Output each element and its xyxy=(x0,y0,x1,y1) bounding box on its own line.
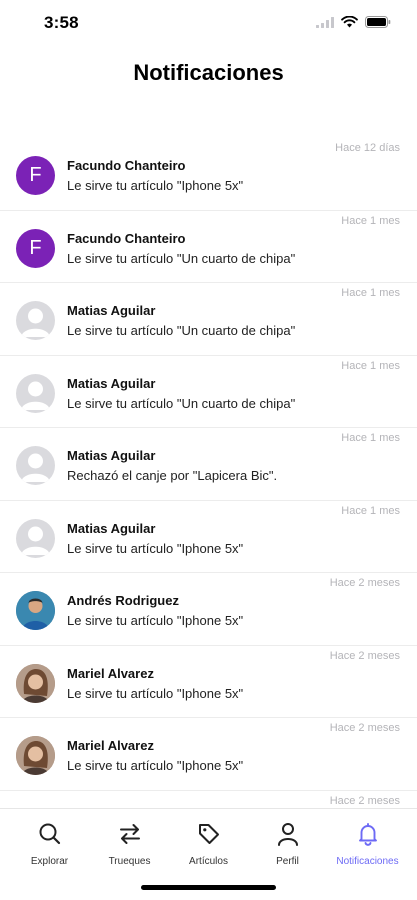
tag-icon xyxy=(198,824,219,844)
notification-item[interactable]: Hace 2 meses Mariel Alvarez Le sirve tu … xyxy=(0,646,417,718)
notification-time: Hace 2 meses xyxy=(329,794,400,807)
notification-item[interactable]: Hace 1 mes F Facundo Chanteiro Le sirve … xyxy=(0,211,417,283)
notification-time: Hace 1 mes xyxy=(341,504,400,517)
tab-explorar[interactable]: Explorar xyxy=(8,821,91,867)
notification-sender: Facundo Chanteiro xyxy=(67,230,186,246)
notification-message: Le sirve tu artículo "Iphone 5x" xyxy=(67,758,244,773)
notification-message: Le sirve tu artículo "Un cuarto de chipa… xyxy=(67,323,296,338)
search-icon xyxy=(39,823,60,845)
notification-time: Hace 1 mes xyxy=(341,359,400,372)
notification-sender: Mariel Alvarez xyxy=(67,665,154,681)
notification-item[interactable]: Hace 1 mes Matias Aguilar Le sirve tu ar… xyxy=(0,356,417,428)
notification-sender: Mariel Alvarez xyxy=(67,738,154,753)
swap-arrows-icon xyxy=(119,824,140,844)
notification-item[interactable]: Hace 1 mes Matias Aguilar Le sirve tu ar… xyxy=(0,283,417,356)
notifications-list[interactable]: Hace 12 días F Facundo Chanteiro Le sirv… xyxy=(0,138,417,808)
home-indicator xyxy=(141,885,276,890)
tab-label: Perfil xyxy=(276,856,299,867)
status-icons xyxy=(316,16,391,28)
avatar-photo xyxy=(16,736,55,775)
avatar-photo xyxy=(16,591,55,630)
tab-label: Notificaciones xyxy=(336,856,399,867)
tab-label: Trueques xyxy=(108,856,151,867)
notification-message: Le sirve tu artículo "Iphone 5x" xyxy=(67,178,244,193)
notification-time: Hace 2 meses xyxy=(329,649,400,662)
notification-sender: Matias Aguilar xyxy=(67,303,156,318)
notification-time: Hace 2 meses xyxy=(329,722,400,734)
avatar-photo xyxy=(16,663,55,703)
notification-sender: Matias Aguilar xyxy=(67,448,156,463)
notification-item[interactable]: Hace 1 mes Matias Aguilar Le sirve tu ar… xyxy=(0,501,417,573)
wifi-icon xyxy=(341,16,358,28)
status-bar: 3:58 xyxy=(0,0,417,46)
person-icon xyxy=(277,823,298,846)
default-avatar-icon xyxy=(16,373,55,413)
notification-message: Le sirve tu artículo "Un cuarto de chipa… xyxy=(67,395,296,411)
notification-time: Hace 12 días xyxy=(335,142,400,154)
bell-icon xyxy=(358,823,377,846)
notification-message: Rechazó el canje por "Lapicera Bic". xyxy=(67,468,278,483)
default-avatar-icon xyxy=(16,301,55,340)
notification-message: Le sirve tu artículo "Iphone 5x" xyxy=(67,540,244,556)
tab-trueques[interactable]: Trueques xyxy=(88,821,171,867)
notification-message: Le sirve tu artículo "Iphone 5x" xyxy=(67,613,244,628)
notification-time: Hace 1 mes xyxy=(341,287,400,299)
avatar: F xyxy=(16,156,55,195)
notification-sender: Matias Aguilar xyxy=(67,375,156,391)
avatar-letter: F xyxy=(29,164,42,186)
notification-item[interactable]: Hace 2 meses Andrés Rodriguez Le sirve t… xyxy=(0,573,417,646)
notification-time: Hace 1 mes xyxy=(341,432,400,444)
avatar-letter: F xyxy=(29,236,42,259)
tab-articulos[interactable]: Artículos xyxy=(167,821,250,867)
tab-label: Artículos xyxy=(189,856,228,867)
notification-item[interactable]: Hace 2 meses xyxy=(0,791,417,809)
tab-label: Explorar xyxy=(30,856,69,867)
tab-notificaciones[interactable]: Notificaciones xyxy=(326,821,409,867)
battery-icon xyxy=(365,16,391,28)
notification-time: Hace 2 meses xyxy=(329,577,400,589)
notification-sender: Facundo Chanteiro xyxy=(67,158,186,173)
notification-message: Le sirve tu artículo "Un cuarto de chipa… xyxy=(67,250,296,266)
notification-item[interactable]: Hace 2 meses Mariel Alvarez Le sirve tu … xyxy=(0,718,417,791)
notification-message: Le sirve tu artículo "Iphone 5x" xyxy=(67,685,244,701)
page-title: Notificaciones xyxy=(133,60,284,85)
notification-time: Hace 1 mes xyxy=(341,214,400,227)
tab-perfil[interactable]: Perfil xyxy=(246,821,329,867)
notification-sender: Matias Aguilar xyxy=(67,520,156,536)
status-time: 3:58 xyxy=(44,13,79,32)
default-avatar-icon xyxy=(16,518,55,558)
notification-item[interactable]: Hace 1 mes Matias Aguilar Rechazó el can… xyxy=(0,428,417,501)
notification-item[interactable]: Hace 12 días F Facundo Chanteiro Le sirv… xyxy=(0,138,417,211)
notification-sender: Andrés Rodriguez xyxy=(67,593,179,608)
avatar: F xyxy=(16,228,55,268)
default-avatar-icon xyxy=(16,446,55,485)
signal-icon xyxy=(316,16,334,28)
